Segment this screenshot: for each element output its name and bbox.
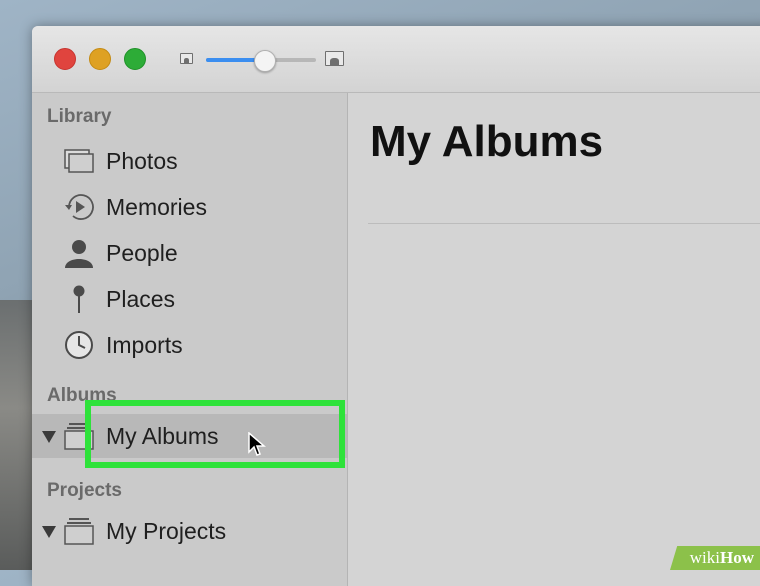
main-content: My Albums <box>348 93 760 586</box>
zoom-out-photo-icon[interactable] <box>180 53 193 64</box>
sidebar-item-label: Places <box>106 286 176 312</box>
album-stack-icon <box>64 423 94 450</box>
sidebar-item-label: My Projects <box>106 518 227 544</box>
photos-icon <box>64 149 94 173</box>
zoom-slider[interactable] <box>206 50 316 72</box>
sidebar-item-photos[interactable]: Photos <box>32 139 347 183</box>
page-title: My Albums <box>370 117 604 166</box>
people-icon <box>65 240 93 268</box>
imports-icon <box>65 331 93 359</box>
minimize-button[interactable] <box>89 48 111 70</box>
sidebar: Library Photos Memories People Places Im… <box>32 93 348 586</box>
sidebar-item-people[interactable]: People <box>32 231 347 275</box>
close-button[interactable] <box>54 48 76 70</box>
projects-section-header: Projects <box>47 480 122 501</box>
zoom-in-photo-icon[interactable] <box>325 51 344 66</box>
sidebar-item-label: My Albums <box>106 423 219 449</box>
title-bar <box>32 26 760 93</box>
sidebar-item-memories[interactable]: Memories <box>32 185 347 229</box>
sidebar-item-places[interactable]: Places <box>32 277 347 321</box>
sidebar-item-label: Imports <box>106 332 183 358</box>
mouse-cursor-icon <box>248 432 266 456</box>
sidebar-item-label: People <box>106 240 178 266</box>
watermark-part2: How <box>720 548 754 567</box>
disclosure-triangle-icon[interactable] <box>42 526 56 538</box>
albums-section-header: Albums <box>47 385 117 406</box>
wikihow-watermark: wikiHow <box>670 546 760 570</box>
library-section-header: Library <box>47 106 112 127</box>
watermark-part1: wiki <box>689 548 720 567</box>
sidebar-item-label: Memories <box>106 194 207 220</box>
maximize-button[interactable] <box>124 48 146 70</box>
sidebar-item-my-albums[interactable]: My Albums <box>32 414 347 458</box>
sidebar-item-label: Photos <box>106 148 178 174</box>
divider <box>368 223 760 224</box>
memories-icon <box>65 194 94 220</box>
disclosure-triangle-icon[interactable] <box>42 431 56 443</box>
photos-app-window: Library Photos Memories People Places Im… <box>32 26 760 586</box>
project-stack-icon <box>64 518 94 545</box>
sidebar-item-my-projects[interactable]: My Projects <box>32 509 347 553</box>
sidebar-item-imports[interactable]: Imports <box>32 323 347 367</box>
zoom-slider-thumb[interactable] <box>254 50 277 72</box>
places-icon <box>73 285 85 313</box>
